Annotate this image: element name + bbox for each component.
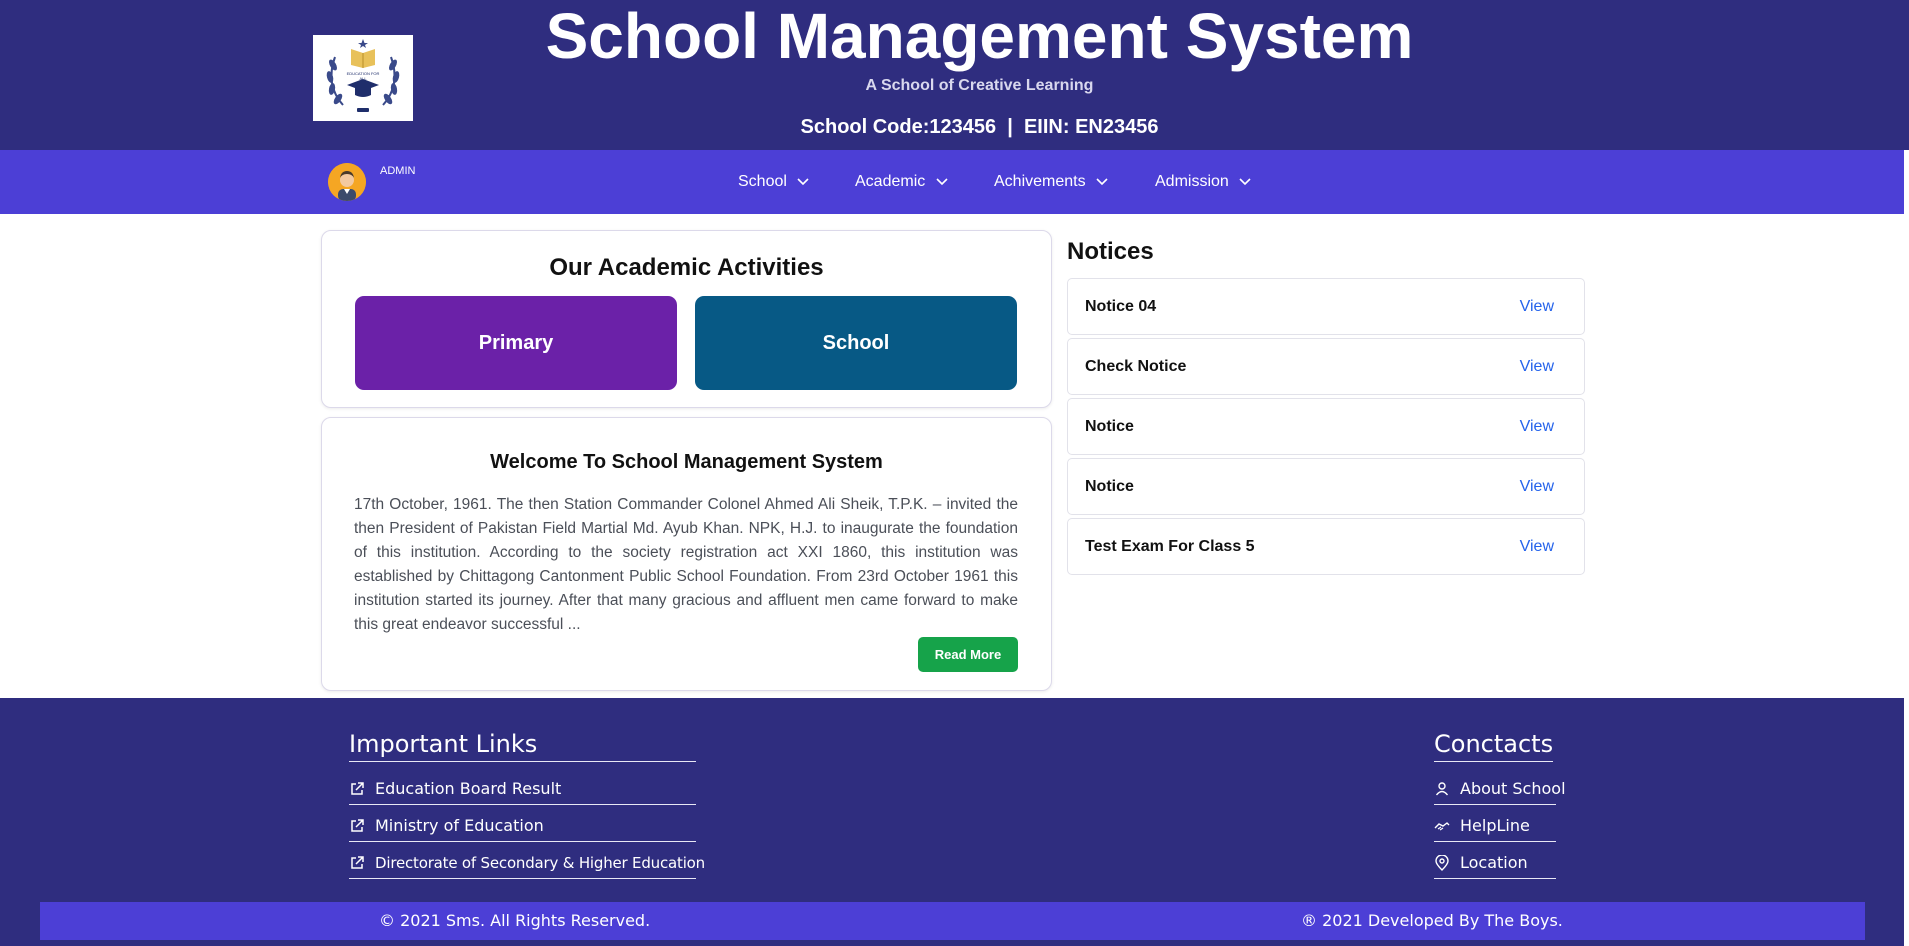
link-education-board-result[interactable]: Education Board Result bbox=[349, 776, 696, 805]
contact-label: HelpLine bbox=[1460, 816, 1530, 835]
developer-credit: ® 2021 Developed By The Boys. bbox=[1301, 911, 1563, 930]
notice-row: Notice 04 View bbox=[1067, 278, 1585, 335]
nav-admission[interactable]: Admission bbox=[1155, 150, 1251, 214]
external-link-icon bbox=[351, 818, 364, 832]
nav-achievements[interactable]: Achivements bbox=[994, 150, 1108, 214]
handshake-icon bbox=[1434, 821, 1450, 830]
location-pin-icon bbox=[1435, 853, 1449, 871]
nav-school-label: School bbox=[738, 173, 787, 190]
link-directorate-secondary-higher-education[interactable]: Directorate of Secondary & Higher Educat… bbox=[349, 850, 705, 879]
link-label: Education Board Result bbox=[375, 779, 562, 798]
contact-label: Location bbox=[1460, 853, 1528, 872]
contact-location[interactable]: Location bbox=[1434, 850, 1556, 879]
chevron-down-icon bbox=[936, 178, 948, 185]
read-more-button[interactable]: Read More bbox=[918, 637, 1018, 672]
school-button[interactable]: School bbox=[695, 296, 1017, 390]
primary-button[interactable]: Primary bbox=[355, 296, 677, 390]
notice-view-link[interactable]: View bbox=[1520, 459, 1554, 514]
notice-title: Test Exam For Class 5 bbox=[1085, 538, 1255, 555]
notice-title: Notice 04 bbox=[1085, 298, 1157, 315]
school-code: School Code:123456 | EIIN: EN23456 bbox=[800, 116, 1159, 138]
user-icon bbox=[1435, 781, 1449, 795]
notice-title: Check Notice bbox=[1085, 358, 1187, 375]
notice-view-link[interactable]: View bbox=[1520, 519, 1554, 574]
chevron-down-icon bbox=[797, 178, 809, 185]
nav-achievements-label: Achivements bbox=[994, 173, 1086, 190]
contact-helpline[interactable]: HelpLine bbox=[1434, 813, 1556, 842]
notice-title: Notice bbox=[1085, 418, 1134, 435]
notice-row: Check Notice View bbox=[1067, 338, 1585, 395]
contact-about-school[interactable]: About School bbox=[1434, 776, 1566, 805]
link-ministry-of-education[interactable]: Ministry of Education bbox=[349, 813, 696, 842]
chevron-down-icon bbox=[1239, 178, 1251, 185]
notice-title: Notice bbox=[1085, 478, 1134, 495]
activities-title: Our Academic Activities bbox=[549, 254, 824, 281]
user-avatar-icon bbox=[328, 163, 366, 201]
site-title: School Management System bbox=[545, 0, 1414, 72]
nav-school[interactable]: School bbox=[738, 150, 809, 214]
external-link-icon bbox=[351, 781, 364, 795]
notice-row: Test Exam For Class 5 View bbox=[1067, 518, 1585, 575]
notice-view-link[interactable]: View bbox=[1520, 279, 1554, 334]
nav-admission-label: Admission bbox=[1155, 173, 1229, 190]
notice-row: Notice View bbox=[1067, 398, 1585, 455]
contact-label: About School bbox=[1460, 779, 1566, 798]
notice-view-link[interactable]: View bbox=[1520, 399, 1554, 454]
user-role-label: ADMIN bbox=[380, 165, 416, 177]
nav-academic-label: Academic bbox=[855, 173, 926, 190]
main-navbar bbox=[0, 150, 1904, 214]
nav-academic[interactable]: Academic bbox=[855, 150, 948, 214]
notice-view-link[interactable]: View bbox=[1520, 339, 1554, 394]
copyright-text: © 2021 Sms. All Rights Reserved. bbox=[379, 911, 651, 930]
avatar[interactable] bbox=[328, 163, 366, 201]
notice-row: Notice View bbox=[1067, 458, 1585, 515]
external-link-icon bbox=[351, 855, 364, 869]
welcome-title: Welcome To School Management System bbox=[490, 451, 883, 473]
copyright-bar bbox=[40, 902, 1865, 940]
notices-title: Notices bbox=[1067, 238, 1154, 265]
contacts-heading: Conctacts bbox=[1434, 730, 1554, 762]
site-subtitle: A School of Creative Learning bbox=[865, 77, 1094, 94]
important-links-heading: Important Links bbox=[349, 730, 696, 762]
link-label: Directorate of Secondary & Higher Educat… bbox=[375, 854, 705, 872]
link-label: Ministry of Education bbox=[375, 816, 544, 835]
welcome-text: 17th October, 1961. The then Station Com… bbox=[354, 496, 1018, 633]
chevron-down-icon bbox=[1096, 178, 1108, 185]
